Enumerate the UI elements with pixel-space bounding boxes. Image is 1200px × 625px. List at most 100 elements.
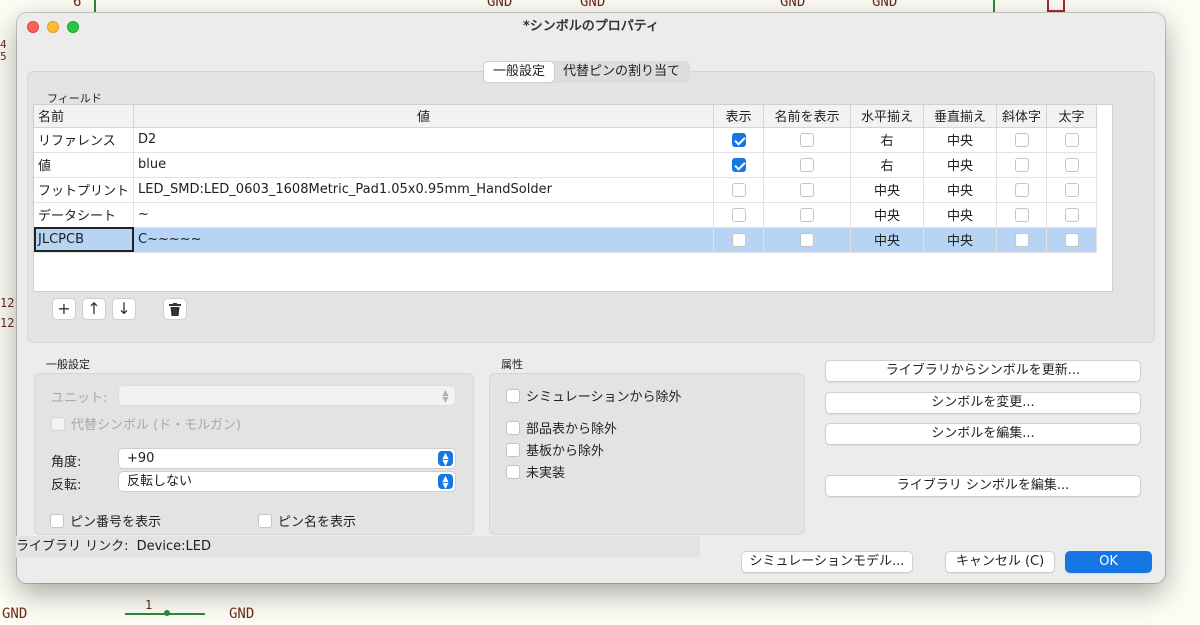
move-down-icon: ↓ — [117, 299, 131, 318]
move-up-button[interactable]: ↑ — [82, 298, 106, 320]
chevron-updown-icon: ▲ ▼ — [438, 474, 453, 490]
mirror-select[interactable]: 反転しない ▲ ▼ — [118, 471, 456, 492]
general-section-label: 一般設定 — [46, 358, 90, 371]
v-align-cell[interactable]: 中央 — [923, 227, 998, 253]
checkbox-icon — [1064, 182, 1079, 197]
show-name-checkbox-cell[interactable] — [763, 127, 852, 153]
exclude-board-checkbox[interactable]: 基板から除外 — [506, 440, 604, 459]
bold-checkbox-cell[interactable] — [1046, 152, 1098, 178]
checkbox-icon — [1064, 232, 1079, 247]
table-row[interactable]: JLCPCB C~~~~~ 中央 中央 — [34, 227, 1098, 253]
cancel-button[interactable]: キャンセル (C) — [945, 551, 1055, 573]
delete-field-button[interactable] — [163, 298, 187, 320]
mirror-label: 反転: — [51, 478, 82, 493]
show-checkbox-cell[interactable] — [713, 127, 765, 153]
tab-alternate-pins[interactable]: 代替ピンの割り当て — [554, 62, 689, 82]
schematic-label: 5 — [0, 50, 7, 63]
column-header-h-align[interactable]: 水平揃え — [850, 105, 925, 128]
tab-general[interactable]: 一般設定 — [484, 62, 555, 82]
show-name-checkbox-cell[interactable] — [763, 202, 852, 228]
field-name-cell[interactable]: リファレンス — [34, 127, 135, 153]
field-value-cell[interactable]: D2 — [133, 127, 715, 153]
h-align-cell[interactable]: 右 — [850, 152, 925, 178]
v-align-cell[interactable]: 中央 — [923, 202, 998, 228]
checkbox-icon — [800, 207, 815, 222]
schematic-label: GND — [580, 0, 606, 10]
update-from-library-button[interactable]: ライブラリからシンボルを更新... — [825, 360, 1141, 382]
field-name-cell[interactable]: データシート — [34, 202, 135, 228]
italic-checkbox-cell[interactable] — [996, 152, 1048, 178]
close-window-button[interactable] — [27, 21, 39, 33]
checkbox-icon — [258, 513, 272, 528]
h-align-cell[interactable]: 中央 — [850, 227, 925, 253]
delete-icon — [169, 303, 181, 316]
italic-checkbox-cell[interactable] — [996, 177, 1048, 203]
show-name-checkbox-cell[interactable] — [763, 152, 852, 178]
h-align-cell[interactable]: 中央 — [850, 202, 925, 228]
show-checkbox-cell[interactable] — [713, 152, 765, 178]
checkbox-icon — [731, 157, 746, 172]
bold-checkbox-cell[interactable] — [1046, 177, 1098, 203]
v-align-cell[interactable]: 中央 — [923, 177, 998, 203]
checkbox-icon — [50, 513, 64, 528]
show-checkbox-cell[interactable] — [713, 177, 765, 203]
checkbox-icon — [1014, 207, 1029, 222]
angle-select[interactable]: +90 ▲ ▼ — [118, 448, 456, 469]
minimize-window-button[interactable] — [47, 21, 59, 33]
field-value-cell[interactable]: ~ — [133, 202, 715, 228]
show-checkbox-cell[interactable] — [713, 227, 765, 253]
column-header-value[interactable]: 値 — [133, 105, 715, 128]
column-header-bold[interactable]: 太字 — [1046, 105, 1098, 128]
dnp-checkbox[interactable]: 未実装 — [506, 462, 565, 481]
show-pin-names-checkbox[interactable]: ピン名を表示 — [258, 511, 356, 530]
simulation-model-button[interactable]: シミュレーションモデル... — [741, 551, 913, 573]
table-row[interactable]: リファレンス D2 右中央 — [34, 127, 1098, 153]
add-field-button[interactable]: + — [52, 298, 76, 320]
change-symbol-button[interactable]: シンボルを変更... — [825, 392, 1141, 414]
edit-symbol-button[interactable]: シンボルを編集... — [825, 423, 1141, 445]
edit-library-symbol-button[interactable]: ライブラリ シンボルを編集... — [825, 475, 1141, 497]
schematic-label: GND — [487, 0, 513, 10]
bold-checkbox-cell[interactable] — [1046, 227, 1098, 253]
field-name-cell[interactable]: JLCPCB — [34, 227, 135, 253]
field-name-cell[interactable]: フットプリント — [34, 177, 135, 203]
table-row[interactable]: フットプリント LED_SMD:LED_0603_1608Metric_Pad1.… — [34, 177, 1098, 203]
table-row[interactable]: 値 blue 右中央 — [34, 152, 1098, 178]
italic-checkbox-cell[interactable] — [996, 202, 1048, 228]
h-align-cell[interactable]: 中央 — [850, 177, 925, 203]
checkbox-icon — [1014, 157, 1029, 172]
h-align-cell[interactable]: 右 — [850, 127, 925, 153]
unit-select[interactable]: ▲ ▼ — [118, 385, 456, 406]
table-row[interactable]: データシート ~ 中央 中央 — [34, 202, 1098, 228]
bold-checkbox-cell[interactable] — [1046, 202, 1098, 228]
bold-checkbox-cell[interactable] — [1046, 127, 1098, 153]
schematic-component — [1047, 0, 1065, 12]
italic-checkbox-cell[interactable] — [996, 127, 1048, 153]
column-header-show-name[interactable]: 名前を表示 — [763, 105, 852, 128]
field-value-cell[interactable]: LED_SMD:LED_0603_1608Metric_Pad1.05x0.95… — [133, 177, 715, 203]
show-name-checkbox-cell[interactable] — [763, 177, 852, 203]
exclude-sim-checkbox[interactable]: シミュレーションから除外 — [506, 386, 681, 405]
field-value-cell[interactable]: blue — [133, 152, 715, 178]
exclude-bom-checkbox[interactable]: 部品表から除外 — [506, 418, 617, 437]
column-header-italic[interactable]: 斜体字 — [996, 105, 1048, 128]
zoom-window-button[interactable] — [67, 21, 79, 33]
field-name-cell[interactable]: 値 — [34, 152, 135, 178]
column-header-v-align[interactable]: 垂直揃え — [923, 105, 998, 128]
checkbox-icon — [731, 207, 746, 222]
show-pin-numbers-checkbox[interactable]: ピン番号を表示 — [50, 511, 161, 530]
move-down-button[interactable]: ↓ — [112, 298, 136, 320]
show-name-checkbox-cell[interactable] — [763, 227, 852, 253]
show-checkbox-cell[interactable] — [713, 202, 765, 228]
column-header-show[interactable]: 表示 — [713, 105, 765, 128]
schematic-label: GND — [2, 606, 28, 622]
ok-button[interactable]: OK — [1065, 551, 1152, 573]
alt-symbol-checkbox[interactable]: 代替シンボル (ド・モルガン) — [51, 414, 241, 433]
italic-checkbox-cell[interactable] — [996, 227, 1048, 253]
column-header-name[interactable]: 名前 — [34, 105, 135, 128]
checkbox-icon — [800, 232, 815, 247]
v-align-cell[interactable]: 中央 — [923, 152, 998, 178]
library-link-value: Device:LED — [136, 539, 211, 554]
v-align-cell[interactable]: 中央 — [923, 127, 998, 153]
field-value-cell[interactable]: C~~~~~ — [133, 227, 715, 253]
